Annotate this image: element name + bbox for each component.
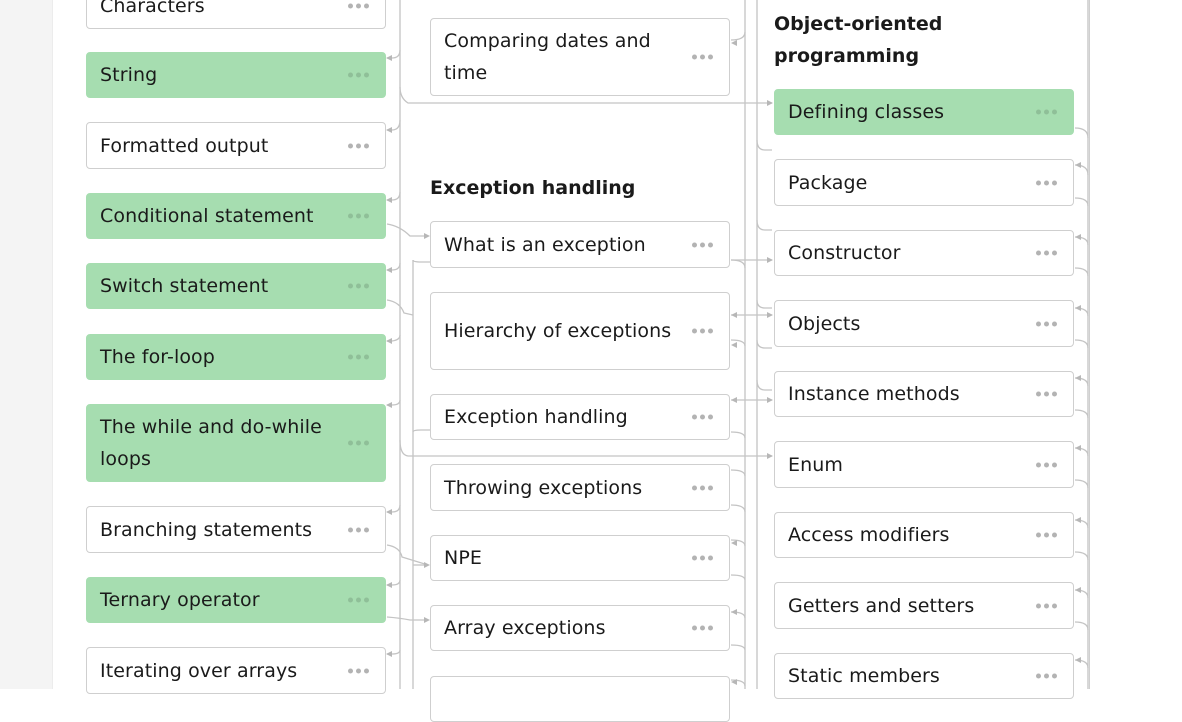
- more-dots-icon[interactable]: [348, 143, 369, 148]
- more-dots-icon[interactable]: [692, 54, 713, 60]
- topic-label: Characters: [100, 0, 205, 17]
- topic-label: Static members: [788, 665, 940, 687]
- topic-card[interactable]: Instance methods: [774, 371, 1074, 417]
- topic-label: Exception handling: [444, 406, 628, 428]
- topic-label: Objects: [788, 312, 861, 335]
- topic-label: Getters and setters: [788, 594, 975, 617]
- topic-label: Access modifiers: [788, 524, 950, 546]
- topic-card[interactable]: Enum: [774, 441, 1074, 488]
- topic-label: Switch statement: [100, 275, 269, 297]
- more-dots-icon[interactable]: [1036, 109, 1057, 115]
- topic-label: Array exceptions: [444, 617, 606, 639]
- topic-card[interactable]: Constructor: [774, 230, 1074, 276]
- more-dots-icon[interactable]: [1036, 603, 1057, 608]
- more-dots-icon[interactable]: [1036, 321, 1057, 326]
- more-dots-icon[interactable]: [348, 597, 369, 603]
- more-dots-icon[interactable]: [348, 440, 369, 446]
- topic-label: Instance methods: [788, 383, 960, 405]
- topic-label: The for-loop: [100, 346, 215, 368]
- topic-card[interactable]: Exception handling: [430, 394, 730, 440]
- topic-card[interactable]: Throwing exceptions: [430, 464, 730, 511]
- more-dots-icon[interactable]: [348, 72, 369, 78]
- topic-card[interactable]: What is an exception: [430, 221, 730, 268]
- topic-label: What is an exception: [444, 233, 646, 256]
- topic-card[interactable]: The for-loop: [86, 334, 386, 380]
- topic-card[interactable]: Array exceptions: [430, 605, 730, 651]
- more-dots-icon[interactable]: [1036, 462, 1057, 467]
- topic-label: Defining classes: [788, 101, 945, 123]
- topic-card[interactable]: Package: [774, 159, 1074, 206]
- topic-card[interactable]: Access modifiers: [774, 512, 1074, 558]
- topic-card[interactable]: NPE: [430, 535, 730, 581]
- topic-card[interactable]: Characters: [86, 0, 386, 29]
- more-dots-icon[interactable]: [692, 242, 713, 247]
- topic-card[interactable]: Ternary operator: [86, 577, 386, 623]
- more-dots-icon[interactable]: [348, 527, 369, 532]
- topic-label: Comparing dates and time: [444, 30, 651, 84]
- topic-card[interactable]: Static members: [774, 653, 1074, 699]
- topic-label: Iterating over arrays: [100, 659, 298, 682]
- more-dots-icon[interactable]: [348, 213, 369, 219]
- topic-label: The while and do-while loops: [100, 416, 322, 470]
- topic-card[interactable]: Objects: [774, 300, 1074, 347]
- section-title-oop: Object-oriented programming: [774, 13, 943, 67]
- more-dots-icon[interactable]: [348, 668, 369, 673]
- more-dots-icon[interactable]: [1036, 673, 1057, 679]
- topic-label: Constructor: [788, 242, 901, 264]
- topic-card[interactable]: The while and do-while loops: [86, 404, 386, 482]
- more-dots-icon[interactable]: [348, 283, 369, 289]
- topic-label: Enum: [788, 453, 843, 476]
- more-dots-icon[interactable]: [692, 625, 713, 631]
- more-dots-icon[interactable]: [692, 414, 713, 420]
- topic-card[interactable]: String: [86, 52, 386, 98]
- more-dots-icon[interactable]: [692, 328, 713, 334]
- topic-label: String: [100, 64, 158, 86]
- topic-card[interactable]: Getters and setters: [774, 582, 1074, 629]
- topic-label: Throwing exceptions: [444, 476, 643, 499]
- more-dots-icon[interactable]: [348, 354, 369, 360]
- more-dots-icon[interactable]: [692, 485, 713, 490]
- more-dots-icon[interactable]: [692, 555, 713, 561]
- more-dots-icon[interactable]: [1036, 180, 1057, 185]
- more-dots-icon[interactable]: [1036, 391, 1057, 397]
- topic-label: Formatted output: [100, 134, 269, 157]
- topic-label: Package: [788, 171, 868, 194]
- more-dots-icon[interactable]: [1036, 532, 1057, 538]
- topic-label: Branching statements: [100, 518, 313, 541]
- topic-label: NPE: [444, 547, 482, 569]
- topic-label: Ternary operator: [100, 589, 260, 611]
- more-dots-icon[interactable]: [348, 3, 369, 9]
- topic-card[interactable]: Branching statements: [86, 506, 386, 553]
- section-title-exception-handling: Exception handling: [430, 177, 636, 199]
- topic-label: Hierarchy of exceptions: [444, 320, 672, 342]
- more-dots-icon[interactable]: [1036, 250, 1057, 256]
- topic-card[interactable]: Conditional statement: [86, 193, 386, 239]
- topic-card[interactable]: [430, 676, 730, 722]
- topic-label: Conditional statement: [100, 205, 314, 227]
- topic-card[interactable]: Hierarchy of exceptions: [430, 292, 730, 370]
- topic-card[interactable]: Switch statement: [86, 263, 386, 309]
- topic-card[interactable]: Comparing dates and time: [430, 18, 730, 96]
- topic-card[interactable]: Iterating over arrays: [86, 647, 386, 694]
- topic-card[interactable]: Defining classes: [774, 89, 1074, 135]
- topic-card[interactable]: Formatted output: [86, 122, 386, 169]
